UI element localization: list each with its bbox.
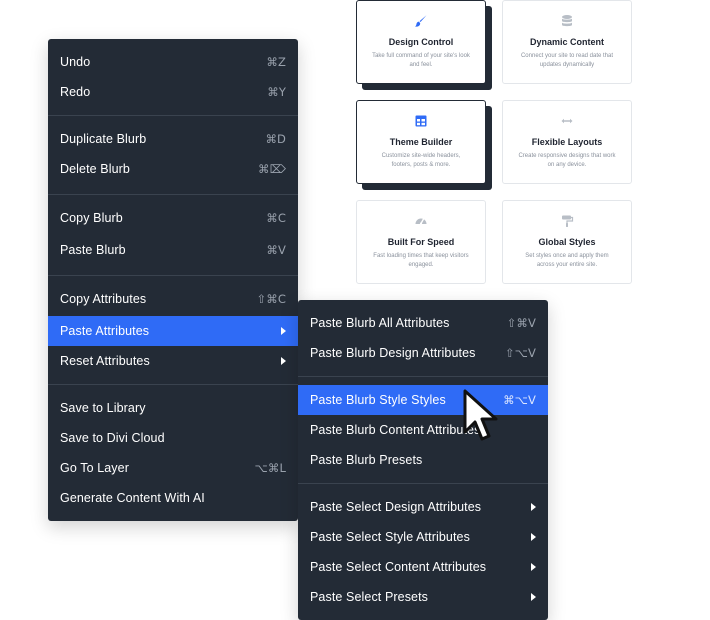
menu-item-label: Paste Select Presets bbox=[310, 590, 429, 604]
menu-divider bbox=[48, 384, 298, 385]
feature-card-built-for-speed[interactable]: Built For Speed Fast loading times that … bbox=[356, 200, 486, 284]
submenu-item-paste-style-styles[interactable]: Paste Blurb Style Styles ⌘⌥V bbox=[298, 385, 548, 415]
menu-item-copy-blurb[interactable]: Copy Blurb ⌘C bbox=[48, 203, 298, 233]
menu-item-label: Paste Blurb All Attributes bbox=[310, 316, 450, 330]
brush-icon bbox=[415, 15, 427, 27]
menu-item-save-to-divi-cloud[interactable]: Save to Divi Cloud bbox=[48, 423, 298, 453]
submenu-arrow-icon bbox=[531, 563, 536, 571]
speedometer-icon bbox=[415, 218, 427, 225]
context-menu: Undo ⌘Z Redo ⌘Y Duplicate Blurb ⌘D Delete B… bbox=[48, 39, 298, 521]
menu-item-generate-content-ai[interactable]: Generate Content With AI bbox=[48, 483, 298, 513]
shortcut-label: ⇧⌘V bbox=[506, 316, 536, 330]
menu-item-label: Paste Blurb bbox=[60, 243, 126, 257]
layout-grid-icon bbox=[415, 115, 427, 127]
shortcut-label: ⇧⌥V bbox=[504, 346, 536, 360]
feature-card-title: Dynamic Content bbox=[529, 37, 604, 47]
paste-attributes-submenu: Paste Blurb All Attributes ⇧⌘V Paste Blur… bbox=[298, 300, 548, 620]
menu-item-label: Paste Select Style Attributes bbox=[310, 530, 470, 544]
shortcut-label: ⌘Z bbox=[266, 55, 286, 69]
menu-item-label: Save to Divi Cloud bbox=[60, 431, 165, 445]
menu-item-save-to-library[interactable]: Save to Library bbox=[48, 393, 298, 423]
feature-card-title: Global Styles bbox=[538, 237, 596, 247]
menu-divider bbox=[48, 115, 298, 116]
menu-item-label: Paste Blurb Content Attributes bbox=[310, 423, 481, 437]
menu-item-delete-blurb[interactable]: Delete Blurb ⌘⌦ bbox=[48, 154, 298, 184]
feature-card-description: Connect your site to read date that upda… bbox=[520, 53, 614, 68]
shortcut-label: ⌘⌦ bbox=[258, 162, 286, 176]
menu-item-label: Paste Select Content Attributes bbox=[310, 560, 487, 574]
menu-item-label: Paste Attributes bbox=[60, 324, 150, 338]
shortcut-label: ⌘⌥V bbox=[503, 393, 536, 407]
shortcut-label: ⌘Y bbox=[267, 85, 286, 99]
feature-card-title: Flexible Layouts bbox=[531, 137, 603, 147]
feature-card-dynamic-content[interactable]: Dynamic Content Connect your site to rea… bbox=[502, 0, 632, 84]
menu-item-label: Generate Content With AI bbox=[60, 491, 205, 505]
menu-item-paste-attributes[interactable]: Paste Attributes bbox=[48, 316, 298, 346]
feature-card-description: Take full command of your site's look an… bbox=[372, 53, 470, 68]
menu-item-label: Redo bbox=[60, 85, 91, 99]
menu-item-redo[interactable]: Redo ⌘Y bbox=[48, 77, 298, 107]
submenu-item-paste-presets[interactable]: Paste Blurb Presets bbox=[298, 445, 548, 475]
submenu-item-paste-select-presets[interactable]: Paste Select Presets bbox=[298, 582, 548, 612]
menu-item-duplicate-blurb[interactable]: Duplicate Blurb ⌘D bbox=[48, 124, 298, 154]
menu-item-reset-attributes[interactable]: Reset Attributes bbox=[48, 346, 298, 376]
menu-item-label: Paste Select Design Attributes bbox=[310, 500, 482, 514]
submenu-arrow-icon bbox=[531, 503, 536, 511]
menu-item-copy-attributes[interactable]: Copy Attributes ⇧⌘C bbox=[48, 284, 298, 314]
submenu-arrow-icon bbox=[531, 533, 536, 541]
feature-card-title: Design Control bbox=[388, 37, 454, 47]
shortcut-label: ⌘D bbox=[265, 132, 286, 146]
menu-item-undo[interactable]: Undo ⌘Z bbox=[48, 47, 298, 77]
menu-item-label: Save to Library bbox=[60, 401, 146, 415]
menu-item-label: Paste Blurb Style Styles bbox=[310, 393, 446, 407]
paint-roller-icon bbox=[562, 215, 574, 227]
menu-item-paste-blurb[interactable]: Paste Blurb ⌘V bbox=[48, 235, 298, 265]
menu-item-label: Copy Blurb bbox=[60, 211, 123, 225]
feature-card-description: Customize site-wide headers, footers, po… bbox=[381, 153, 461, 168]
feature-card-theme-builder[interactable]: Theme Builder Customize site-wide header… bbox=[356, 100, 486, 184]
resize-horizontal-icon bbox=[561, 118, 573, 124]
menu-item-label: Go To Layer bbox=[60, 461, 129, 475]
feature-card-title: Theme Builder bbox=[389, 137, 453, 147]
menu-item-go-to-layer[interactable]: Go To Layer ⌥⌘L bbox=[48, 453, 298, 483]
menu-item-label: Reset Attributes bbox=[60, 354, 150, 368]
submenu-arrow-icon bbox=[281, 357, 286, 365]
submenu-item-paste-select-content[interactable]: Paste Select Content Attributes bbox=[298, 552, 548, 582]
menu-divider bbox=[48, 194, 298, 195]
menu-item-label: Paste Blurb Design Attributes bbox=[310, 346, 476, 360]
submenu-arrow-icon bbox=[281, 327, 286, 335]
menu-item-label: Duplicate Blurb bbox=[60, 132, 147, 146]
feature-card-description: Create responsive designs that work on a… bbox=[518, 153, 616, 168]
feature-card-global-styles[interactable]: Global Styles Set styles once and apply … bbox=[502, 200, 632, 284]
menu-divider bbox=[298, 483, 548, 484]
submenu-item-paste-all-attributes[interactable]: Paste Blurb All Attributes ⇧⌘V bbox=[298, 308, 548, 338]
menu-item-label: Undo bbox=[60, 55, 91, 69]
feature-card-description: Set styles once and apply them across yo… bbox=[525, 253, 609, 268]
menu-divider bbox=[298, 376, 548, 377]
mouse-pointer-icon bbox=[463, 389, 498, 441]
menu-divider bbox=[48, 275, 298, 276]
submenu-arrow-icon bbox=[531, 593, 536, 601]
feature-card-description: Fast loading times that keep visitors en… bbox=[373, 253, 469, 268]
submenu-item-paste-select-style[interactable]: Paste Select Style Attributes bbox=[298, 522, 548, 552]
menu-item-label: Delete Blurb bbox=[60, 162, 130, 176]
shortcut-label: ⌘V bbox=[266, 243, 286, 257]
database-icon bbox=[562, 15, 572, 27]
submenu-item-paste-design-attributes[interactable]: Paste Blurb Design Attributes ⇧⌥V bbox=[298, 338, 548, 368]
feature-card-flexible-layouts[interactable]: Flexible Layouts Create responsive desig… bbox=[502, 100, 632, 184]
menu-item-label: Copy Attributes bbox=[60, 292, 147, 306]
feature-card-design-control[interactable]: Design Control Take full command of your… bbox=[356, 0, 486, 84]
shortcut-label: ⇧⌘C bbox=[256, 292, 286, 306]
submenu-item-paste-select-design[interactable]: Paste Select Design Attributes bbox=[298, 492, 548, 522]
menu-item-label: Paste Blurb Presets bbox=[310, 453, 423, 467]
shortcut-label: ⌥⌘L bbox=[254, 461, 286, 475]
shortcut-label: ⌘C bbox=[266, 211, 286, 225]
feature-card-title: Built For Speed bbox=[387, 237, 455, 247]
submenu-item-paste-content-attributes[interactable]: Paste Blurb Content Attributes bbox=[298, 415, 548, 445]
